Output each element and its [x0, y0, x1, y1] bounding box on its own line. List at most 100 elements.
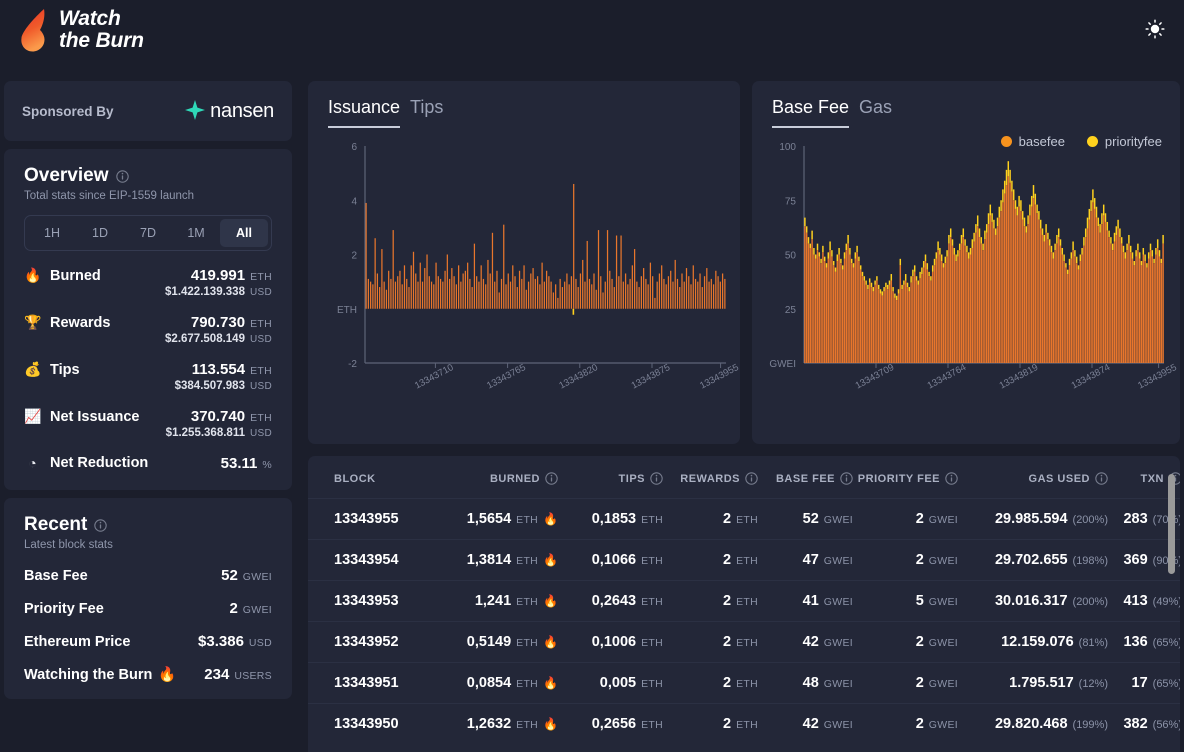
block-number: 13343955 — [334, 511, 399, 527]
table-scrollbar-thumb[interactable] — [1168, 474, 1175, 574]
block-number: 13343953 — [334, 593, 399, 609]
nansen-logo[interactable]: nansen — [182, 98, 274, 124]
stat-label: Net Reduction — [50, 455, 149, 471]
cell-burned: 1,3814 ETH 🔥 — [428, 539, 558, 581]
stat-unit: ETH — [250, 412, 272, 424]
cell-priority: 2 GWEI — [853, 621, 958, 663]
time-range-selector[interactable]: 1H 1D 7D 1M All — [24, 215, 272, 251]
burned-unit: ETH — [516, 719, 539, 731]
table-header-block[interactable]: BLOCK — [308, 456, 428, 499]
range-button-1m[interactable]: 1M — [172, 219, 220, 247]
svg-text:13343819: 13343819 — [998, 362, 1040, 392]
cell-block[interactable]: 13343954 — [308, 539, 428, 581]
basefee-tab-gas[interactable]: Gas — [859, 97, 892, 128]
priority-unit: GWEI — [928, 514, 958, 526]
tips-value: 0,005 — [599, 675, 637, 691]
range-button-7d[interactable]: 7D — [124, 219, 172, 247]
svg-text:-2: -2 — [348, 359, 357, 370]
cell-basefee: 41 GWEI — [758, 580, 853, 622]
table-scrollbar[interactable] — [1168, 474, 1175, 744]
basefee-legend: basefee priorityfee — [1000, 134, 1162, 149]
cell-priority: 2 GWEI — [853, 539, 958, 581]
cell-block[interactable]: 13343955 — [308, 498, 428, 540]
basefee-value: 42 — [802, 634, 819, 650]
svg-text:100: 100 — [779, 142, 796, 153]
info-icon[interactable] — [650, 472, 663, 485]
issuance-tab-tips[interactable]: Tips — [410, 97, 443, 128]
basefee-tabs[interactable]: Base Fee Gas — [752, 81, 1180, 128]
table-row[interactable]: 13343952 0,5149 ETH 🔥 0,1006 ETH 2 ETH 42 GWEI 2 GW… — [308, 621, 1180, 663]
legend-item-priorityfee[interactable]: priorityfee — [1086, 134, 1162, 149]
issuance-tab-issuance[interactable]: Issuance — [328, 97, 401, 128]
table-header-tips[interactable]: TIPS — [558, 456, 663, 499]
chart-icon: 📈 — [24, 408, 42, 424]
stat-usd-value: $1.255.368.811 — [165, 427, 245, 439]
stat-row-net-reduction: ◔ Net Reduction 53.11% — [24, 455, 272, 472]
overview-title: Overview — [24, 165, 109, 186]
gas-used-percent: (199%) — [1072, 719, 1108, 731]
priority-unit: GWEI — [928, 719, 958, 731]
flame-icon: 🔥 — [24, 267, 42, 283]
stat-row-rewards: 🏆 Rewards 790.730 ETH $2.677.508.149 USD — [24, 314, 272, 345]
table-row[interactable]: 13343953 1,241 ETH 🔥 0,2643 ETH 2 ETH 41 GWEI 5 GWE… — [308, 580, 1180, 622]
burned-value: 1,3814 — [466, 552, 512, 568]
table-header-burned[interactable]: BURNED — [428, 456, 558, 499]
basefee-tab-base-fee[interactable]: Base Fee — [772, 97, 850, 128]
table-header-priority[interactable]: PRIORITY FEE — [853, 456, 958, 499]
cell-block[interactable]: 13343952 — [308, 621, 428, 663]
svg-text:13343765: 13343765 — [485, 362, 527, 392]
table-row[interactable]: 13343955 1,5654 ETH 🔥 0,1853 ETH 2 ETH 52 GWEI 2 GW… — [308, 498, 1180, 540]
range-button-1h[interactable]: 1H — [28, 219, 76, 247]
overview-subtitle: Total stats since EIP-1559 launch — [24, 190, 195, 202]
recent-unit: USD — [248, 637, 272, 649]
priority-value: 2 — [915, 511, 924, 527]
recent-unit: GWEI — [242, 604, 272, 616]
overview-stats-list: 🔥 Burned 419.991 ETH $1.422.139.338 USD 🏆 Rewar… — [24, 267, 272, 472]
table-row[interactable]: 13343954 1,3814 ETH 🔥 0,1066 ETH 2 ETH 47 GWEI 2 GW… — [308, 539, 1180, 581]
cell-rewards: 2 ETH — [663, 621, 758, 663]
info-icon[interactable] — [94, 518, 108, 532]
info-icon[interactable] — [840, 472, 853, 485]
table-header-gas[interactable]: GAS USED — [958, 456, 1108, 499]
info-icon[interactable] — [745, 472, 758, 485]
txn-percent: (70%) — [1152, 514, 1180, 526]
trophy-icon: 🏆 — [24, 314, 42, 330]
cell-block[interactable]: 13343951 — [308, 662, 428, 704]
svg-text:13343955: 13343955 — [698, 362, 740, 392]
sun-icon[interactable] — [1138, 12, 1172, 46]
info-icon[interactable] — [115, 169, 129, 183]
brand-logo[interactable]: Watch the Burn — [20, 7, 144, 53]
stat-usd-value: $2.677.508.149 — [165, 333, 245, 345]
stat-unit: % — [262, 459, 272, 471]
priority-value: 2 — [915, 716, 924, 732]
stat-unit: ETH — [250, 365, 272, 377]
stat-usd-value: $1.422.139.338 — [165, 286, 245, 298]
info-icon[interactable] — [1095, 472, 1108, 485]
svg-text:GWEI: GWEI — [769, 359, 796, 370]
rewards-unit: ETH — [736, 678, 758, 690]
priority-unit: GWEI — [928, 637, 958, 649]
basefee-chart-card: Base Fee Gas basefee priorityfee 100 75 50 25… — [752, 81, 1180, 444]
table-header-basefee[interactable]: BASE FEE — [758, 456, 853, 499]
pie-icon: ◔ — [28, 455, 37, 471]
info-icon[interactable] — [545, 472, 558, 485]
cell-block[interactable]: 13343953 — [308, 580, 428, 622]
legend-item-basefee[interactable]: basefee — [1000, 134, 1065, 149]
cell-rewards: 2 ETH — [663, 703, 758, 744]
legend-label: basefee — [1018, 134, 1065, 149]
table-row[interactable]: 13343951 0,0854 ETH 🔥 0,005 ETH 2 ETH 48 GWEI 2 GWE… — [308, 662, 1180, 704]
table-row[interactable]: 13343950 1,2632 ETH 🔥 0,2656 ETH 2 ETH 42 GWEI 2 GW… — [308, 703, 1180, 744]
cell-tips: 0,005 ETH — [558, 662, 663, 704]
info-icon[interactable] — [945, 472, 958, 485]
blocks-table-card: BLOCK BURNED TIPS REWARDS BASE FEE PRIORITY F… — [308, 456, 1180, 752]
recent-row-priority-fee: Priority Fee 2 GWEI — [24, 600, 272, 617]
cell-block[interactable]: 13343950 — [308, 703, 428, 744]
range-button-all[interactable]: All — [220, 219, 268, 247]
recent-row-watching-the-burn: Watching the Burn 🔥 234 USERS — [24, 666, 272, 683]
recent-panel: Recent Latest block stats Base Fee 52 GWEI… — [4, 498, 292, 699]
range-button-1d[interactable]: 1D — [76, 219, 124, 247]
table-header-rewards[interactable]: REWARDS — [663, 456, 758, 499]
cell-gas: 30.016.317 (200%) — [958, 580, 1108, 622]
cell-basefee: 48 GWEI — [758, 662, 853, 704]
issuance-tabs[interactable]: Issuance Tips — [308, 81, 740, 128]
